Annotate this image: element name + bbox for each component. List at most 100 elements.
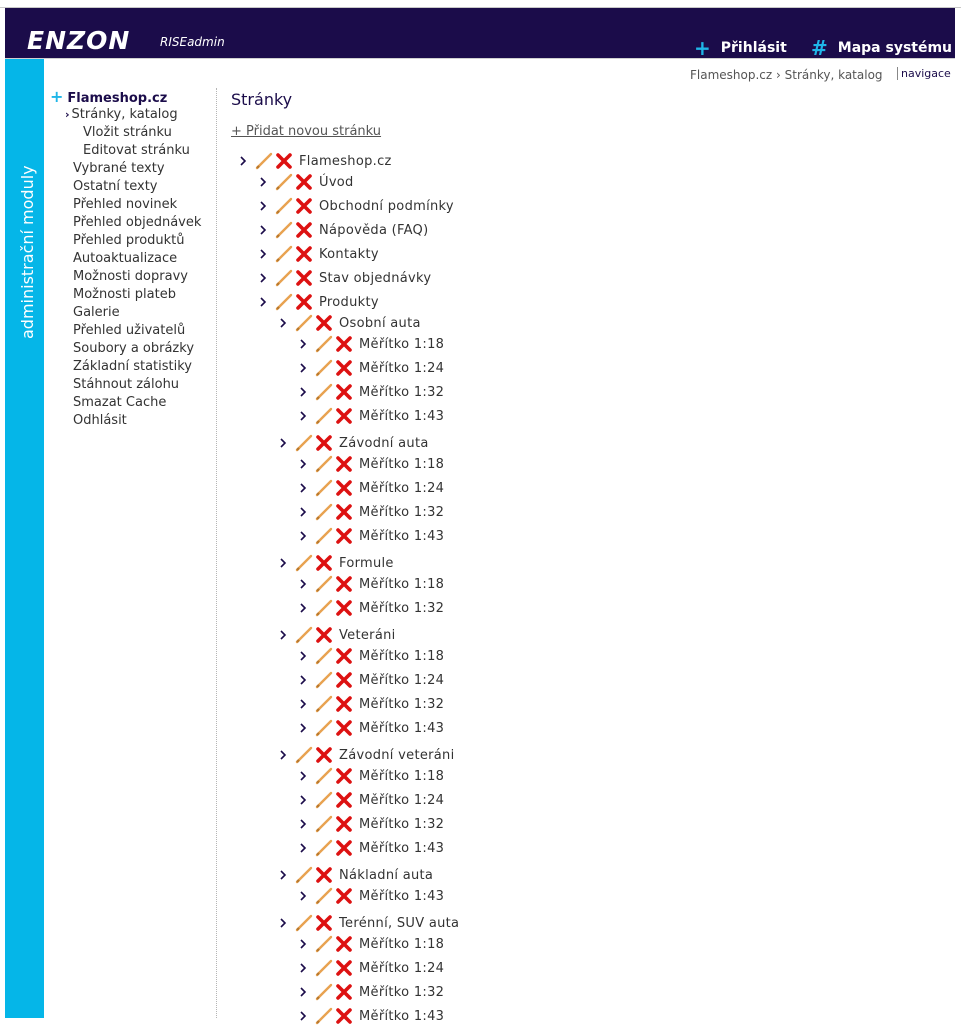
tree-item-label[interactable]: Úvod	[319, 175, 354, 190]
tree-item-label[interactable]: Měřítko 1:32	[359, 385, 444, 400]
sidebar-item[interactable]: Smazat Cache	[50, 394, 215, 412]
tree-item-label[interactable]: Měřítko 1:24	[359, 481, 444, 496]
sidebar-item[interactable]: Editovat stránku	[50, 142, 215, 160]
pencil-icon[interactable]	[295, 554, 313, 572]
sidebar-item[interactable]: Ostatní texty	[50, 178, 215, 196]
pencil-icon[interactable]	[315, 671, 333, 689]
chevron-right-icon[interactable]	[278, 316, 290, 330]
tree-item-label[interactable]: Měřítko 1:43	[359, 889, 444, 904]
delete-icon[interactable]	[335, 575, 353, 593]
delete-icon[interactable]	[335, 527, 353, 545]
delete-icon[interactable]	[335, 983, 353, 1001]
sidebar-item[interactable]: Galerie	[50, 304, 215, 322]
tree-item-label[interactable]: Měřítko 1:18	[359, 937, 444, 952]
add-page-link[interactable]: + Přidat novou stránku	[231, 124, 381, 139]
delete-icon[interactable]	[315, 626, 333, 644]
pencil-icon[interactable]	[315, 503, 333, 521]
pencil-icon[interactable]	[315, 935, 333, 953]
delete-icon[interactable]	[335, 407, 353, 425]
tree-item-label[interactable]: Nákladní auta	[339, 868, 433, 883]
chevron-right-icon[interactable]	[298, 577, 310, 591]
tree-item-label[interactable]: Měřítko 1:24	[359, 793, 444, 808]
tree-item-label[interactable]: Měřítko 1:18	[359, 577, 444, 592]
delete-icon[interactable]	[335, 479, 353, 497]
pencil-icon[interactable]	[295, 626, 313, 644]
sidebar-item[interactable]: Základní statistiky	[50, 358, 215, 376]
pencil-icon[interactable]	[315, 359, 333, 377]
tree-item-label[interactable]: Kontakty	[319, 247, 379, 262]
sidebar-item[interactable]: Možnosti plateb	[50, 286, 215, 304]
pencil-icon[interactable]	[315, 455, 333, 473]
chevron-right-icon[interactable]	[298, 841, 310, 855]
sitemap-link[interactable]: # Mapa systému	[811, 36, 952, 60]
sidebar-item[interactable]: Odhlásit	[50, 412, 215, 430]
chevron-right-icon[interactable]	[258, 175, 270, 189]
pencil-icon[interactable]	[315, 335, 333, 353]
chevron-right-icon[interactable]	[298, 673, 310, 687]
delete-icon[interactable]	[335, 839, 353, 857]
delete-icon[interactable]	[315, 746, 333, 764]
delete-icon[interactable]	[335, 959, 353, 977]
tree-item-label[interactable]: Měřítko 1:32	[359, 697, 444, 712]
pencil-icon[interactable]	[315, 767, 333, 785]
chevron-right-icon[interactable]	[298, 601, 310, 615]
pencil-icon[interactable]	[275, 197, 293, 215]
delete-icon[interactable]	[275, 152, 293, 170]
chevron-right-icon[interactable]	[298, 985, 310, 999]
tree-item-label[interactable]: Terénní, SUV auta	[339, 916, 459, 931]
chevron-right-icon[interactable]	[258, 295, 270, 309]
pencil-icon[interactable]	[315, 695, 333, 713]
sidebar-item[interactable]: › Stránky, katalog	[50, 106, 215, 124]
chevron-right-icon[interactable]	[278, 556, 290, 570]
tree-item-label[interactable]: Nápověda (FAQ)	[319, 223, 428, 238]
chevron-right-icon[interactable]	[278, 868, 290, 882]
navigation-link[interactable]: navigace	[897, 67, 951, 80]
tree-item-label[interactable]: Závodní auta	[339, 436, 429, 451]
chevron-right-icon[interactable]	[298, 337, 310, 351]
delete-icon[interactable]	[335, 359, 353, 377]
pencil-icon[interactable]	[315, 575, 333, 593]
pencil-icon[interactable]	[315, 479, 333, 497]
delete-icon[interactable]	[335, 935, 353, 953]
tree-item-label[interactable]: Měřítko 1:43	[359, 721, 444, 736]
delete-icon[interactable]	[335, 671, 353, 689]
delete-icon[interactable]	[335, 767, 353, 785]
chevron-right-icon[interactable]	[298, 649, 310, 663]
pencil-icon[interactable]	[315, 959, 333, 977]
tree-item-label[interactable]: Obchodní podmínky	[319, 199, 454, 214]
delete-icon[interactable]	[295, 269, 313, 287]
tree-item-label[interactable]: Produkty	[319, 295, 379, 310]
sidebar-item[interactable]: Autoaktualizace	[50, 250, 215, 268]
tree-item-label[interactable]: Měřítko 1:43	[359, 841, 444, 856]
pencil-icon[interactable]	[315, 791, 333, 809]
pencil-icon[interactable]	[275, 221, 293, 239]
tree-item-label[interactable]: Závodní veteráni	[339, 748, 455, 763]
sidebar-item[interactable]: Vybrané texty	[50, 160, 215, 178]
sidebar-item[interactable]: Přehled objednávek	[50, 214, 215, 232]
chevron-right-icon[interactable]	[298, 793, 310, 807]
chevron-right-icon[interactable]	[278, 916, 290, 930]
tree-item-label[interactable]: Měřítko 1:32	[359, 505, 444, 520]
chevron-right-icon[interactable]	[238, 154, 250, 168]
delete-icon[interactable]	[335, 1007, 353, 1025]
pencil-icon[interactable]	[275, 245, 293, 263]
delete-icon[interactable]	[335, 815, 353, 833]
pencil-icon[interactable]	[275, 293, 293, 311]
chevron-right-icon[interactable]	[298, 697, 310, 711]
chevron-right-icon[interactable]	[278, 436, 290, 450]
delete-icon[interactable]	[335, 455, 353, 473]
pencil-icon[interactable]	[315, 527, 333, 545]
chevron-right-icon[interactable]	[298, 889, 310, 903]
chevron-right-icon[interactable]	[298, 409, 310, 423]
delete-icon[interactable]	[335, 695, 353, 713]
chevron-right-icon[interactable]	[298, 937, 310, 951]
tree-item-label[interactable]: Měřítko 1:18	[359, 457, 444, 472]
tree-item-label[interactable]: Měřítko 1:18	[359, 337, 444, 352]
chevron-right-icon[interactable]	[298, 529, 310, 543]
delete-icon[interactable]	[335, 599, 353, 617]
delete-icon[interactable]	[295, 245, 313, 263]
pencil-icon[interactable]	[315, 815, 333, 833]
chevron-right-icon[interactable]	[278, 748, 290, 762]
tree-item-label[interactable]: Stav objednávky	[319, 271, 431, 286]
delete-icon[interactable]	[335, 887, 353, 905]
